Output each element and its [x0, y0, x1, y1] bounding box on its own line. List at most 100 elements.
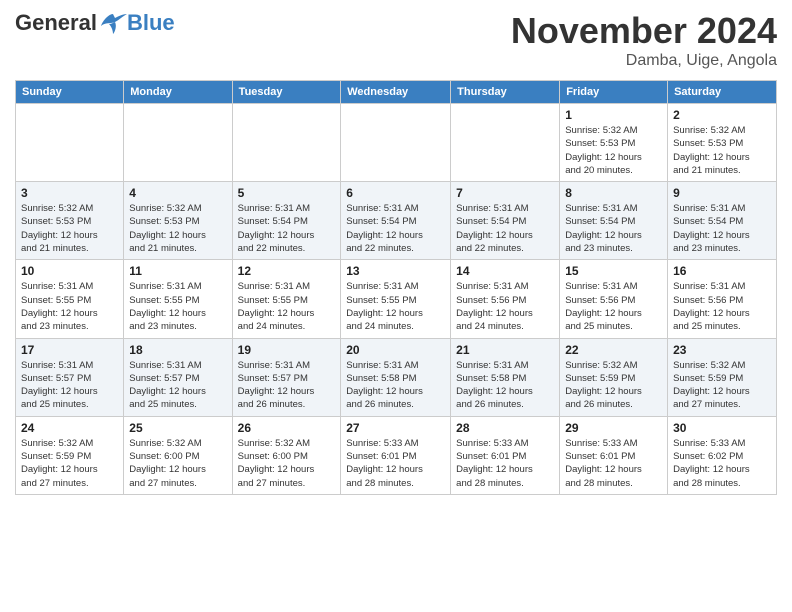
day-info: Sunrise: 5:31 AMSunset: 5:55 PMDaylight:…	[21, 280, 118, 333]
day-info: Sunrise: 5:31 AMSunset: 5:55 PMDaylight:…	[346, 280, 445, 333]
day-number: 2	[673, 108, 771, 122]
day-number: 17	[21, 343, 118, 357]
logo-blue: Blue	[127, 10, 175, 36]
day-number: 8	[565, 186, 662, 200]
day-info: Sunrise: 5:31 AMSunset: 5:54 PMDaylight:…	[565, 202, 662, 255]
day-info: Sunrise: 5:32 AMSunset: 6:00 PMDaylight:…	[238, 437, 336, 490]
day-number: 18	[129, 343, 226, 357]
calendar-cell: 2Sunrise: 5:32 AMSunset: 5:53 PMDaylight…	[668, 104, 777, 182]
day-info: Sunrise: 5:33 AMSunset: 6:01 PMDaylight:…	[565, 437, 662, 490]
calendar-cell: 8 Sunrise: 5:31 AMSunset: 5:54 PMDaylight…	[560, 182, 668, 260]
calendar-week-row: 10 Sunrise: 5:31 AMSunset: 5:55 PMDayligh…	[16, 260, 777, 338]
calendar-cell	[232, 104, 341, 182]
location: Damba, Uige, Angola	[511, 52, 777, 70]
calendar-header-saturday: Saturday	[668, 81, 777, 104]
day-number: 7	[456, 186, 554, 200]
calendar-cell: 22Sunrise: 5:32 AMSunset: 5:59 PMDayligh…	[560, 338, 668, 416]
calendar-cell: 27 Sunrise: 5:33 AMSunset: 6:01 PMDayligh…	[341, 416, 451, 494]
day-number: 5	[238, 186, 336, 200]
calendar-cell: 25Sunrise: 5:32 AMSunset: 6:00 PMDayligh…	[124, 416, 232, 494]
calendar-week-row: 3 Sunrise: 5:32 AMSunset: 5:53 PMDaylight…	[16, 182, 777, 260]
day-info: Sunrise: 5:31 AMSunset: 5:58 PMDaylight:…	[346, 359, 445, 412]
calendar-cell: 19 Sunrise: 5:31 AMSunset: 5:57 PMDayligh…	[232, 338, 341, 416]
day-number: 22	[565, 343, 662, 357]
calendar-header-thursday: Thursday	[451, 81, 560, 104]
day-info: Sunrise: 5:31 AMSunset: 5:56 PMDaylight:…	[565, 280, 662, 333]
day-number: 9	[673, 186, 771, 200]
calendar-cell: 10 Sunrise: 5:31 AMSunset: 5:55 PMDayligh…	[16, 260, 124, 338]
day-number: 13	[346, 264, 445, 278]
day-info: Sunrise: 5:32 AMSunset: 5:53 PMDaylight:…	[565, 124, 662, 177]
day-info: Sunrise: 5:31 AMSunset: 5:54 PMDaylight:…	[238, 202, 336, 255]
calendar-week-row: 17 Sunrise: 5:31 AMSunset: 5:57 PMDayligh…	[16, 338, 777, 416]
day-info: Sunrise: 5:32 AMSunset: 5:59 PMDaylight:…	[673, 359, 771, 412]
day-number: 27	[346, 421, 445, 435]
calendar-cell: 24 Sunrise: 5:32 AMSunset: 5:59 PMDayligh…	[16, 416, 124, 494]
day-number: 19	[238, 343, 336, 357]
calendar-cell: 4 Sunrise: 5:32 AMSunset: 5:53 PMDaylight…	[124, 182, 232, 260]
calendar-cell: 17Sunrise: 5:31 AMSunset: 5:57 PMDayligh…	[16, 338, 124, 416]
calendar-header-friday: Friday	[560, 81, 668, 104]
day-number: 21	[456, 343, 554, 357]
day-info: Sunrise: 5:31 AMSunset: 5:54 PMDaylight:…	[673, 202, 771, 255]
logo: General Blue	[15, 10, 175, 36]
day-number: 15	[565, 264, 662, 278]
day-info: Sunrise: 5:33 AMSunset: 6:02 PMDaylight:…	[673, 437, 771, 490]
calendar-cell: 18 Sunrise: 5:31 AMSunset: 5:57 PMDayligh…	[124, 338, 232, 416]
page: General Blue November 2024 Damba, Uige, …	[0, 0, 792, 505]
day-number: 6	[346, 186, 445, 200]
day-number: 26	[238, 421, 336, 435]
logo-text: General Blue	[15, 10, 175, 36]
calendar-cell: 26 Sunrise: 5:32 AMSunset: 6:00 PMDayligh…	[232, 416, 341, 494]
calendar-cell	[16, 104, 124, 182]
day-info: Sunrise: 5:31 AMSunset: 5:57 PMDaylight:…	[238, 359, 336, 412]
day-number: 3	[21, 186, 118, 200]
day-number: 10	[21, 264, 118, 278]
calendar-cell: 6 Sunrise: 5:31 AMSunset: 5:54 PMDaylight…	[341, 182, 451, 260]
calendar-week-row: 24 Sunrise: 5:32 AMSunset: 5:59 PMDayligh…	[16, 416, 777, 494]
day-number: 28	[456, 421, 554, 435]
calendar-cell: 16 Sunrise: 5:31 AMSunset: 5:56 PMDayligh…	[668, 260, 777, 338]
day-info: Sunrise: 5:31 AMSunset: 5:54 PMDaylight:…	[456, 202, 554, 255]
calendar-header-row: SundayMondayTuesdayWednesdayThursdayFrid…	[16, 81, 777, 104]
day-number: 12	[238, 264, 336, 278]
day-number: 16	[673, 264, 771, 278]
day-info: Sunrise: 5:32 AMSunset: 5:59 PMDaylight:…	[21, 437, 118, 490]
calendar-cell: 9 Sunrise: 5:31 AMSunset: 5:54 PMDaylight…	[668, 182, 777, 260]
calendar-cell: 21Sunrise: 5:31 AMSunset: 5:58 PMDayligh…	[451, 338, 560, 416]
calendar-cell: 12 Sunrise: 5:31 AMSunset: 5:55 PMDayligh…	[232, 260, 341, 338]
calendar-header-wednesday: Wednesday	[341, 81, 451, 104]
day-info: Sunrise: 5:31 AMSunset: 5:55 PMDaylight:…	[129, 280, 226, 333]
day-info: Sunrise: 5:32 AMSunset: 6:00 PMDaylight:…	[129, 437, 226, 490]
calendar-cell	[124, 104, 232, 182]
day-number: 29	[565, 421, 662, 435]
day-info: Sunrise: 5:31 AMSunset: 5:57 PMDaylight:…	[129, 359, 226, 412]
month-title: November 2024	[511, 10, 777, 52]
day-info: Sunrise: 5:31 AMSunset: 5:55 PMDaylight:…	[238, 280, 336, 333]
day-number: 4	[129, 186, 226, 200]
calendar-cell: 3 Sunrise: 5:32 AMSunset: 5:53 PMDaylight…	[16, 182, 124, 260]
calendar-week-row: 1Sunrise: 5:32 AMSunset: 5:53 PMDaylight…	[16, 104, 777, 182]
logo-general: General	[15, 10, 97, 36]
calendar-cell	[341, 104, 451, 182]
day-info: Sunrise: 5:32 AMSunset: 5:53 PMDaylight:…	[129, 202, 226, 255]
calendar-cell: 7 Sunrise: 5:31 AMSunset: 5:54 PMDaylight…	[451, 182, 560, 260]
calendar-cell: 11 Sunrise: 5:31 AMSunset: 5:55 PMDayligh…	[124, 260, 232, 338]
day-number: 23	[673, 343, 771, 357]
calendar-header-tuesday: Tuesday	[232, 81, 341, 104]
day-number: 24	[21, 421, 118, 435]
calendar-cell: 28Sunrise: 5:33 AMSunset: 6:01 PMDayligh…	[451, 416, 560, 494]
calendar: SundayMondayTuesdayWednesdayThursdayFrid…	[15, 80, 777, 495]
calendar-cell	[451, 104, 560, 182]
day-number: 11	[129, 264, 226, 278]
day-number: 20	[346, 343, 445, 357]
day-info: Sunrise: 5:31 AMSunset: 5:56 PMDaylight:…	[673, 280, 771, 333]
day-info: Sunrise: 5:32 AMSunset: 5:53 PMDaylight:…	[21, 202, 118, 255]
day-info: Sunrise: 5:31 AMSunset: 5:54 PMDaylight:…	[346, 202, 445, 255]
header: General Blue November 2024 Damba, Uige, …	[15, 10, 777, 70]
title-block: November 2024 Damba, Uige, Angola	[511, 10, 777, 70]
calendar-cell: 13 Sunrise: 5:31 AMSunset: 5:55 PMDayligh…	[341, 260, 451, 338]
day-info: Sunrise: 5:33 AMSunset: 6:01 PMDaylight:…	[346, 437, 445, 490]
calendar-header-sunday: Sunday	[16, 81, 124, 104]
calendar-cell: 14Sunrise: 5:31 AMSunset: 5:56 PMDayligh…	[451, 260, 560, 338]
